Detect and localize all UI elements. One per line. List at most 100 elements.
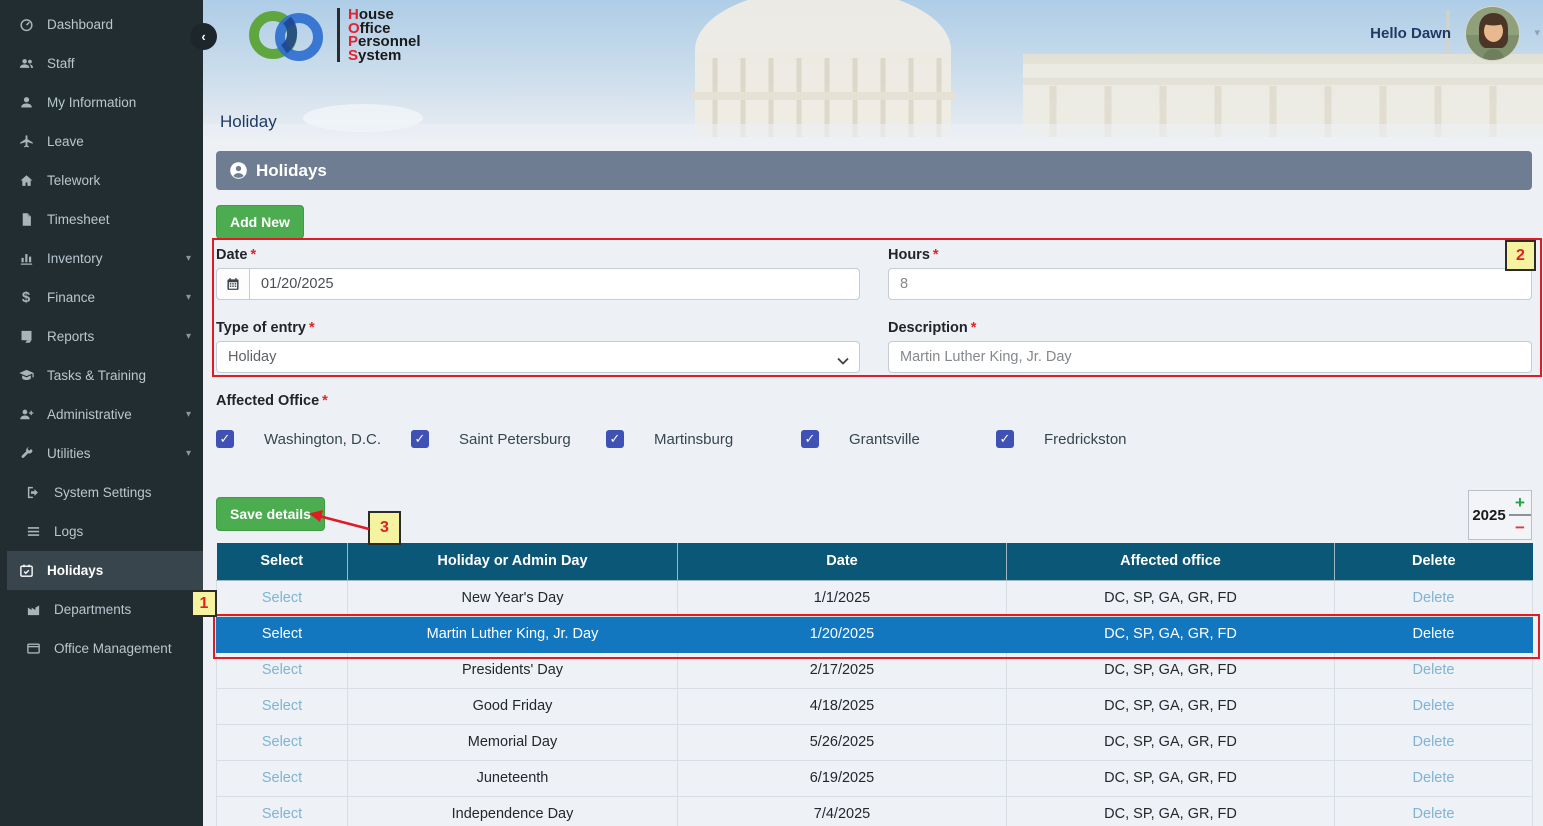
select-link[interactable]: Select <box>262 734 302 750</box>
delete-link[interactable]: Delete <box>1413 698 1455 714</box>
office-checkbox-martinsburg: ✓ Martinsburg <box>606 430 801 448</box>
year-decrease-button[interactable]: − <box>1509 516 1531 539</box>
affected-office-cell: DC, SP, GA, GR, FD <box>1007 724 1335 760</box>
sidebar-item-my-information[interactable]: My Information <box>0 83 203 122</box>
plane-icon <box>17 134 35 150</box>
sidebar-item-timesheet[interactable]: Timesheet <box>0 200 203 239</box>
holidays-panel-header: Holidays <box>216 151 1532 190</box>
sidebar-item-dashboard[interactable]: Dashboard <box>0 5 203 44</box>
sidebar-item-administrative[interactable]: Administrative ▾ <box>0 395 203 434</box>
checkbox-checked-icon[interactable]: ✓ <box>216 430 234 448</box>
logo-divider <box>337 8 340 62</box>
office-checkbox-grantsville: ✓ Grantsville <box>801 430 996 448</box>
delete-link[interactable]: Delete <box>1413 770 1455 786</box>
required-asterisk: * <box>971 320 977 336</box>
sidebar-item-reports[interactable]: Reports ▾ <box>0 317 203 356</box>
checkbox-checked-icon[interactable]: ✓ <box>606 430 624 448</box>
sidebar-item-staff[interactable]: Staff <box>0 44 203 83</box>
sidebar-item-telework[interactable]: Telework <box>0 161 203 200</box>
sign-out-icon <box>24 485 42 501</box>
select-link[interactable]: Select <box>262 770 302 786</box>
select-link[interactable]: Select <box>262 626 302 642</box>
chevron-down-icon: ▾ <box>186 292 191 303</box>
sidebar-item-utilities[interactable]: Utilities ▾ <box>0 434 203 473</box>
checkbox-checked-icon[interactable]: ✓ <box>801 430 819 448</box>
save-details-button[interactable]: Save details <box>216 497 325 531</box>
logo-text: House Office Personnel System <box>348 8 421 62</box>
chevron-down-icon: ▾ <box>186 253 191 264</box>
affected-office-cell: DC, SP, GA, GR, FD <box>1007 580 1335 616</box>
delete-link[interactable]: Delete <box>1413 662 1455 678</box>
sidebar-item-inventory[interactable]: Inventory ▾ <box>0 239 203 278</box>
sidebar-item-system-settings[interactable]: System Settings <box>0 473 203 512</box>
sidebar-item-office-management[interactable]: Office Management <box>0 629 203 668</box>
holiday-date-cell: 2/17/2025 <box>678 652 1007 688</box>
description-input[interactable] <box>888 341 1532 373</box>
holiday-name-cell: Martin Luther King, Jr. Day <box>348 616 678 652</box>
add-new-button[interactable]: Add New <box>216 205 304 239</box>
select-link[interactable]: Select <box>262 806 302 822</box>
sidebar-item-tasks-training[interactable]: Tasks & Training <box>0 356 203 395</box>
date-input[interactable] <box>249 268 860 300</box>
report-icon <box>17 329 35 345</box>
holiday-date-cell: 1/1/2025 <box>678 580 1007 616</box>
office-checkbox-washington: ✓ Washington, D.C. <box>216 430 411 448</box>
delete-link[interactable]: Delete <box>1413 590 1455 606</box>
select-link[interactable]: Select <box>262 590 302 606</box>
header-caret-icon[interactable]: ▾ <box>1534 26 1540 39</box>
type-of-entry-select[interactable]: Holiday <box>216 341 860 373</box>
affected-office-cell: DC, SP, GA, GR, FD <box>1007 688 1335 724</box>
table-row: Select Good Friday 4/18/2025 DC, SP, GA,… <box>217 688 1533 724</box>
sidebar: Dashboard Staff My Information Leave Tel… <box>0 0 203 826</box>
hours-label: Hours* <box>888 247 1532 263</box>
required-asterisk: * <box>250 247 256 263</box>
sidebar-item-finance[interactable]: $ Finance ▾ <box>0 278 203 317</box>
app-root: Dashboard Staff My Information Leave Tel… <box>0 0 1543 826</box>
home-icon <box>17 173 35 189</box>
delete-link[interactable]: Delete <box>1413 806 1455 822</box>
chart-bar-icon <box>17 251 35 267</box>
graduation-cap-icon <box>17 368 35 384</box>
affected-office-label: Affected Office* <box>216 393 1532 409</box>
column-header-delete: Delete <box>1335 543 1533 580</box>
hours-input[interactable] <box>888 268 1532 300</box>
delete-link[interactable]: Delete <box>1413 626 1455 642</box>
user-greeting: Hello Dawn <box>1370 25 1451 42</box>
window-icon <box>24 641 42 657</box>
chevron-left-icon: ‹ <box>201 29 205 44</box>
table-row: Select New Year's Day 1/1/2025 DC, SP, G… <box>217 580 1533 616</box>
column-header-date: Date <box>678 543 1007 580</box>
header-banner: House Office Personnel System Hello Dawn… <box>203 0 1543 137</box>
file-icon <box>17 212 35 228</box>
user-icon <box>17 95 35 111</box>
holiday-date-cell: 6/19/2025 <box>678 760 1007 796</box>
delete-link[interactable]: Delete <box>1413 734 1455 750</box>
chevron-down-icon: ▾ <box>186 409 191 420</box>
holiday-name-cell: New Year's Day <box>348 580 678 616</box>
table-row: Select Presidents' Day 2/17/2025 DC, SP,… <box>217 652 1533 688</box>
year-value: 2025 <box>1469 491 1509 539</box>
calendar-check-icon <box>17 563 35 579</box>
sidebar-collapse-button[interactable]: ‹ <box>190 23 217 50</box>
main-area: House Office Personnel System Hello Dawn… <box>203 0 1543 826</box>
select-link[interactable]: Select <box>262 698 302 714</box>
hops-logo: House Office Personnel System <box>243 5 421 65</box>
office-checkbox-fredrickston: ✓ Fredrickston <box>996 430 1191 448</box>
wrench-icon <box>17 446 35 462</box>
hops-logo-rings-icon <box>243 5 335 65</box>
holiday-date-cell: 1/20/2025 <box>678 616 1007 652</box>
checkbox-checked-icon[interactable]: ✓ <box>996 430 1014 448</box>
sidebar-item-holidays[interactable]: Holidays <box>7 551 203 590</box>
sidebar-item-departments[interactable]: Departments <box>0 590 203 629</box>
affected-office-cell: DC, SP, GA, GR, FD <box>1007 652 1335 688</box>
year-increase-button[interactable]: + <box>1509 491 1531 516</box>
sidebar-item-logs[interactable]: Logs <box>0 512 203 551</box>
checkbox-checked-icon[interactable]: ✓ <box>411 430 429 448</box>
holiday-date-cell: 4/18/2025 <box>678 688 1007 724</box>
table-row: Select Juneteenth 6/19/2025 DC, SP, GA, … <box>217 760 1533 796</box>
description-label: Description* <box>888 320 1532 336</box>
user-avatar[interactable] <box>1465 6 1520 61</box>
select-link[interactable]: Select <box>262 662 302 678</box>
sidebar-item-leave[interactable]: Leave <box>0 122 203 161</box>
column-header-holiday: Holiday or Admin Day <box>348 543 678 580</box>
